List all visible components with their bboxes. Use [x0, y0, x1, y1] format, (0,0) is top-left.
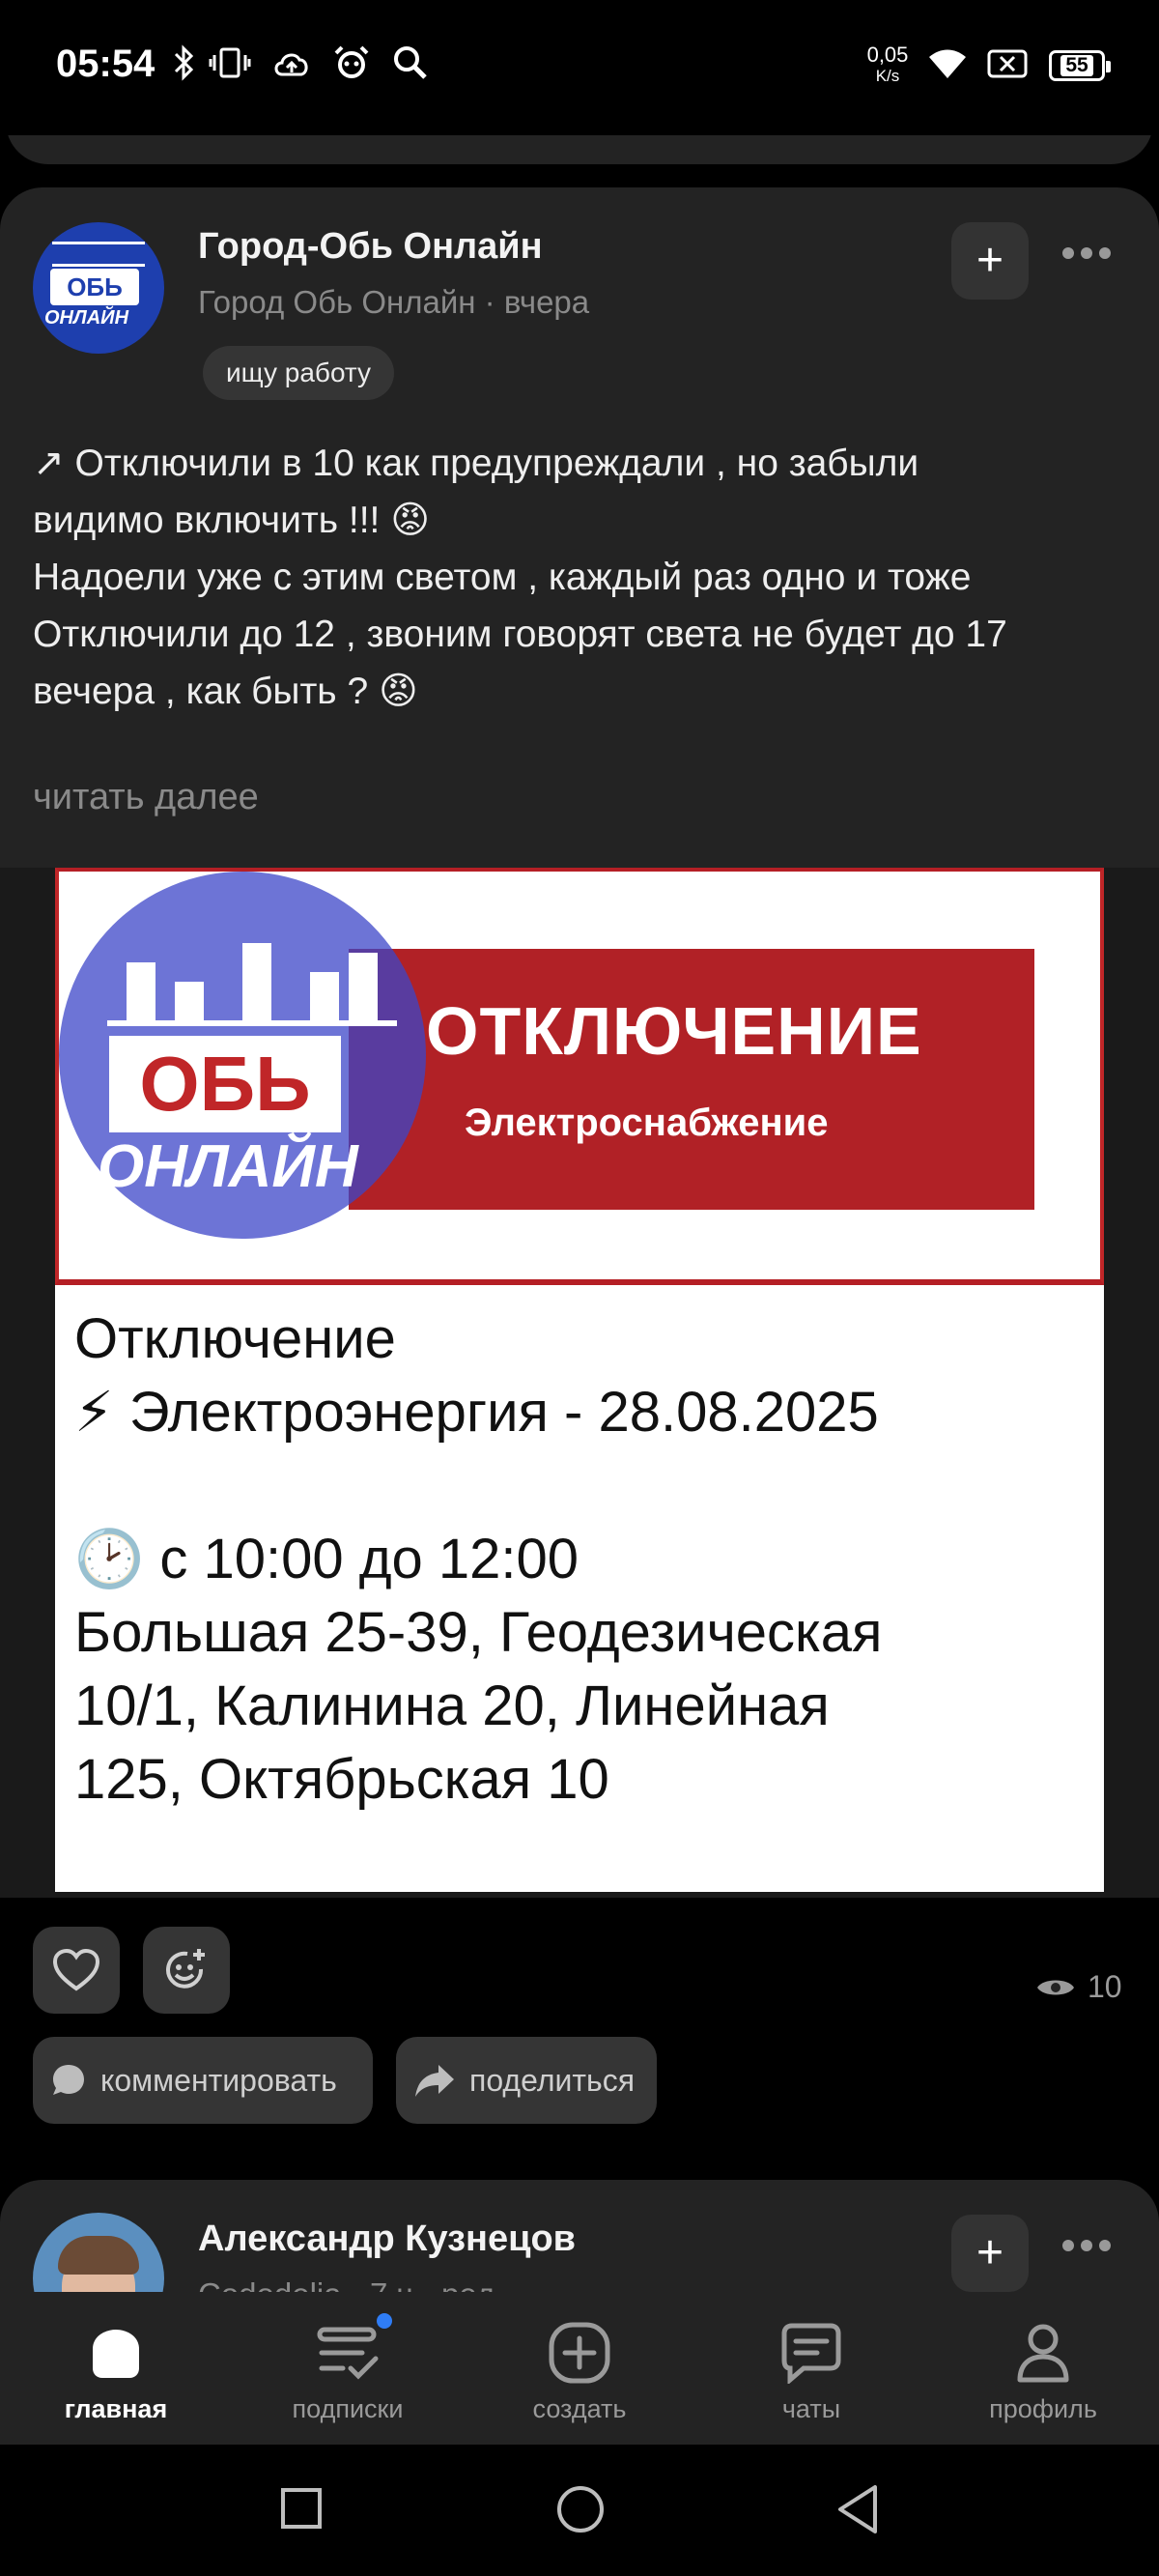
post-text-line: Отключили до 12 , звоним говорят света н…	[33, 614, 1007, 655]
notification-dot	[377, 2313, 392, 2329]
avatar-logo-text: ОБЬ	[50, 269, 139, 305]
post-text-line: Надоели уже с этим светом , каждый раз о…	[33, 557, 972, 598]
next-subscribe-button[interactable]: +	[951, 2215, 1029, 2292]
like-button[interactable]	[33, 1927, 120, 2014]
wifi-icon	[925, 43, 970, 83]
tab-create[interactable]: создать	[464, 2292, 695, 2445]
tab-label: профиль	[989, 2394, 1097, 2423]
image-line: 10/1, Калинина 20, Линейная	[74, 1674, 830, 1737]
sim-off-icon	[985, 43, 1030, 83]
image-line: 🕑 с 10:00 до 12:00	[74, 1528, 580, 1590]
image-line	[74, 1449, 882, 1523]
image-line: ⚡ Электроэнергия - 28.08.2025	[74, 1381, 879, 1444]
avatar-skyline	[52, 242, 145, 267]
tab-label: чаты	[781, 2394, 841, 2423]
status-bar: 05:54 0,05 K/s 55	[0, 0, 1159, 135]
tab-subscriptions[interactable]: подписки	[232, 2292, 464, 2445]
banner-title: ОТКЛЮЧЕНИЕ	[426, 993, 922, 1069]
avatar-hair	[58, 2236, 139, 2275]
image-line: Большая 25-39, Геодезическая	[74, 1601, 883, 1664]
share-label: поделиться	[469, 2062, 636, 2098]
next-post-author[interactable]: Александр Кузнецов	[198, 2218, 576, 2260]
cloud-upload-icon	[270, 43, 313, 83]
comment-label: комментировать	[100, 2062, 337, 2098]
image-banner: ОТКЛЮЧЕНИЕ Электроснабжение ОБЬ ОНЛАЙН	[55, 868, 1104, 1285]
create-icon	[549, 2322, 610, 2384]
author-avatar[interactable]: ОБЬ ОНЛАЙН	[33, 222, 164, 354]
post-tag[interactable]: ищу работу	[203, 346, 395, 400]
recents-icon[interactable]	[280, 2487, 323, 2530]
battery-icon: 55	[1049, 50, 1111, 81]
status-time: 05:54	[56, 43, 155, 85]
share-button[interactable]: поделиться	[396, 2037, 657, 2124]
emoji-add-icon	[166, 1949, 205, 1989]
logo-ob-text: ОБЬ	[109, 1036, 341, 1132]
post-text-line: вечера , как быть ? 😡	[33, 671, 418, 712]
chats-icon	[781, 2323, 841, 2384]
post-text-line: ↗ Отключили в 10 как предупреждали , но …	[33, 443, 919, 484]
net-speed-unit: K/s	[875, 67, 900, 85]
views-count: 10	[1088, 1969, 1122, 2004]
post-text: ↗ Отключили в 10 как предупреждали , но …	[33, 435, 1134, 720]
previous-post-card	[6, 135, 1153, 164]
feed[interactable]: ОБЬ ОНЛАЙН Город-Обь Онлайн Город Обь Он…	[0, 135, 1159, 2292]
heart-icon	[52, 1948, 100, 1991]
add-reaction-button[interactable]	[143, 1927, 230, 2014]
announcement-image: ОТКЛЮЧЕНИЕ Электроснабжение ОБЬ ОНЛАЙН О…	[55, 868, 1104, 1892]
net-speed: 0,05 K/s	[862, 44, 913, 87]
back-icon[interactable]	[836, 2483, 881, 2535]
next-post-card: Александр Кузнецов Cododelia · 7 ч · ред…	[0, 2180, 1159, 2292]
post-meta: Город Обь Онлайн · вчера	[198, 284, 590, 320]
tab-label: создать	[532, 2394, 627, 2423]
comment-icon	[53, 2065, 84, 2095]
logo-online-text: ОНЛАЙН	[98, 1133, 358, 1200]
next-post-meta: Cododelia · 7 ч · ред.	[198, 2276, 503, 2292]
eye-icon	[1037, 1980, 1074, 1994]
post-text-line: видимо включить !!! 😡	[33, 500, 430, 541]
vibrate-icon	[209, 43, 251, 83]
comment-button[interactable]: комментировать	[33, 2037, 373, 2124]
tab-profile[interactable]: профиль	[927, 2292, 1159, 2445]
post-author[interactable]: Город-Обь Онлайн	[198, 226, 543, 268]
profile-icon	[1017, 2324, 1069, 2383]
image-line: Отключение	[74, 1307, 396, 1370]
subscriptions-icon	[317, 2327, 379, 2380]
banner-red-box	[349, 949, 1034, 1210]
search-icon	[390, 43, 433, 83]
tab-home[interactable]: главная	[0, 2292, 232, 2445]
tab-label: главная	[64, 2394, 168, 2423]
subscribe-button[interactable]: +	[951, 222, 1029, 300]
tab-label: подписки	[292, 2394, 404, 2423]
avatar-logo-subtext: ОНЛАЙН	[44, 307, 129, 329]
more-options-icon[interactable]	[1062, 247, 1111, 261]
post-card: ОБЬ ОНЛАЙН Город-Обь Онлайн Город Обь Он…	[0, 187, 1159, 1898]
logo-town-skyline	[107, 930, 397, 1026]
bluetooth-icon	[172, 43, 195, 83]
alarm-icon	[330, 43, 373, 83]
share-icon	[415, 2065, 454, 2097]
home-nav-icon[interactable]	[556, 2485, 605, 2533]
next-more-options-icon[interactable]	[1062, 2240, 1111, 2253]
system-navigation-bar	[0, 2445, 1159, 2576]
net-speed-value: 0,05	[866, 43, 909, 67]
banner-subtitle: Электроснабжение	[465, 1102, 829, 1144]
home-icon	[93, 2330, 139, 2378]
ob-online-logo: ОБЬ ОНЛАЙН	[59, 872, 426, 1239]
battery-level: 55	[1060, 55, 1093, 76]
read-more-link[interactable]: читать далее	[33, 777, 259, 818]
views-counter: 10	[1035, 1969, 1122, 2005]
image-line: 125, Октябрьская 10	[74, 1748, 609, 1811]
next-author-avatar[interactable]	[33, 2213, 164, 2292]
post-image[interactable]: ОТКЛЮЧЕНИЕ Электроснабжение ОБЬ ОНЛАЙН О…	[0, 868, 1159, 1898]
image-body-text: Отключение ⚡ Электроэнергия - 28.08.2025…	[74, 1302, 882, 1817]
bottom-tab-bar: главная подписки создать чаты профиль	[0, 2292, 1159, 2445]
tab-chats[interactable]: чаты	[695, 2292, 927, 2445]
